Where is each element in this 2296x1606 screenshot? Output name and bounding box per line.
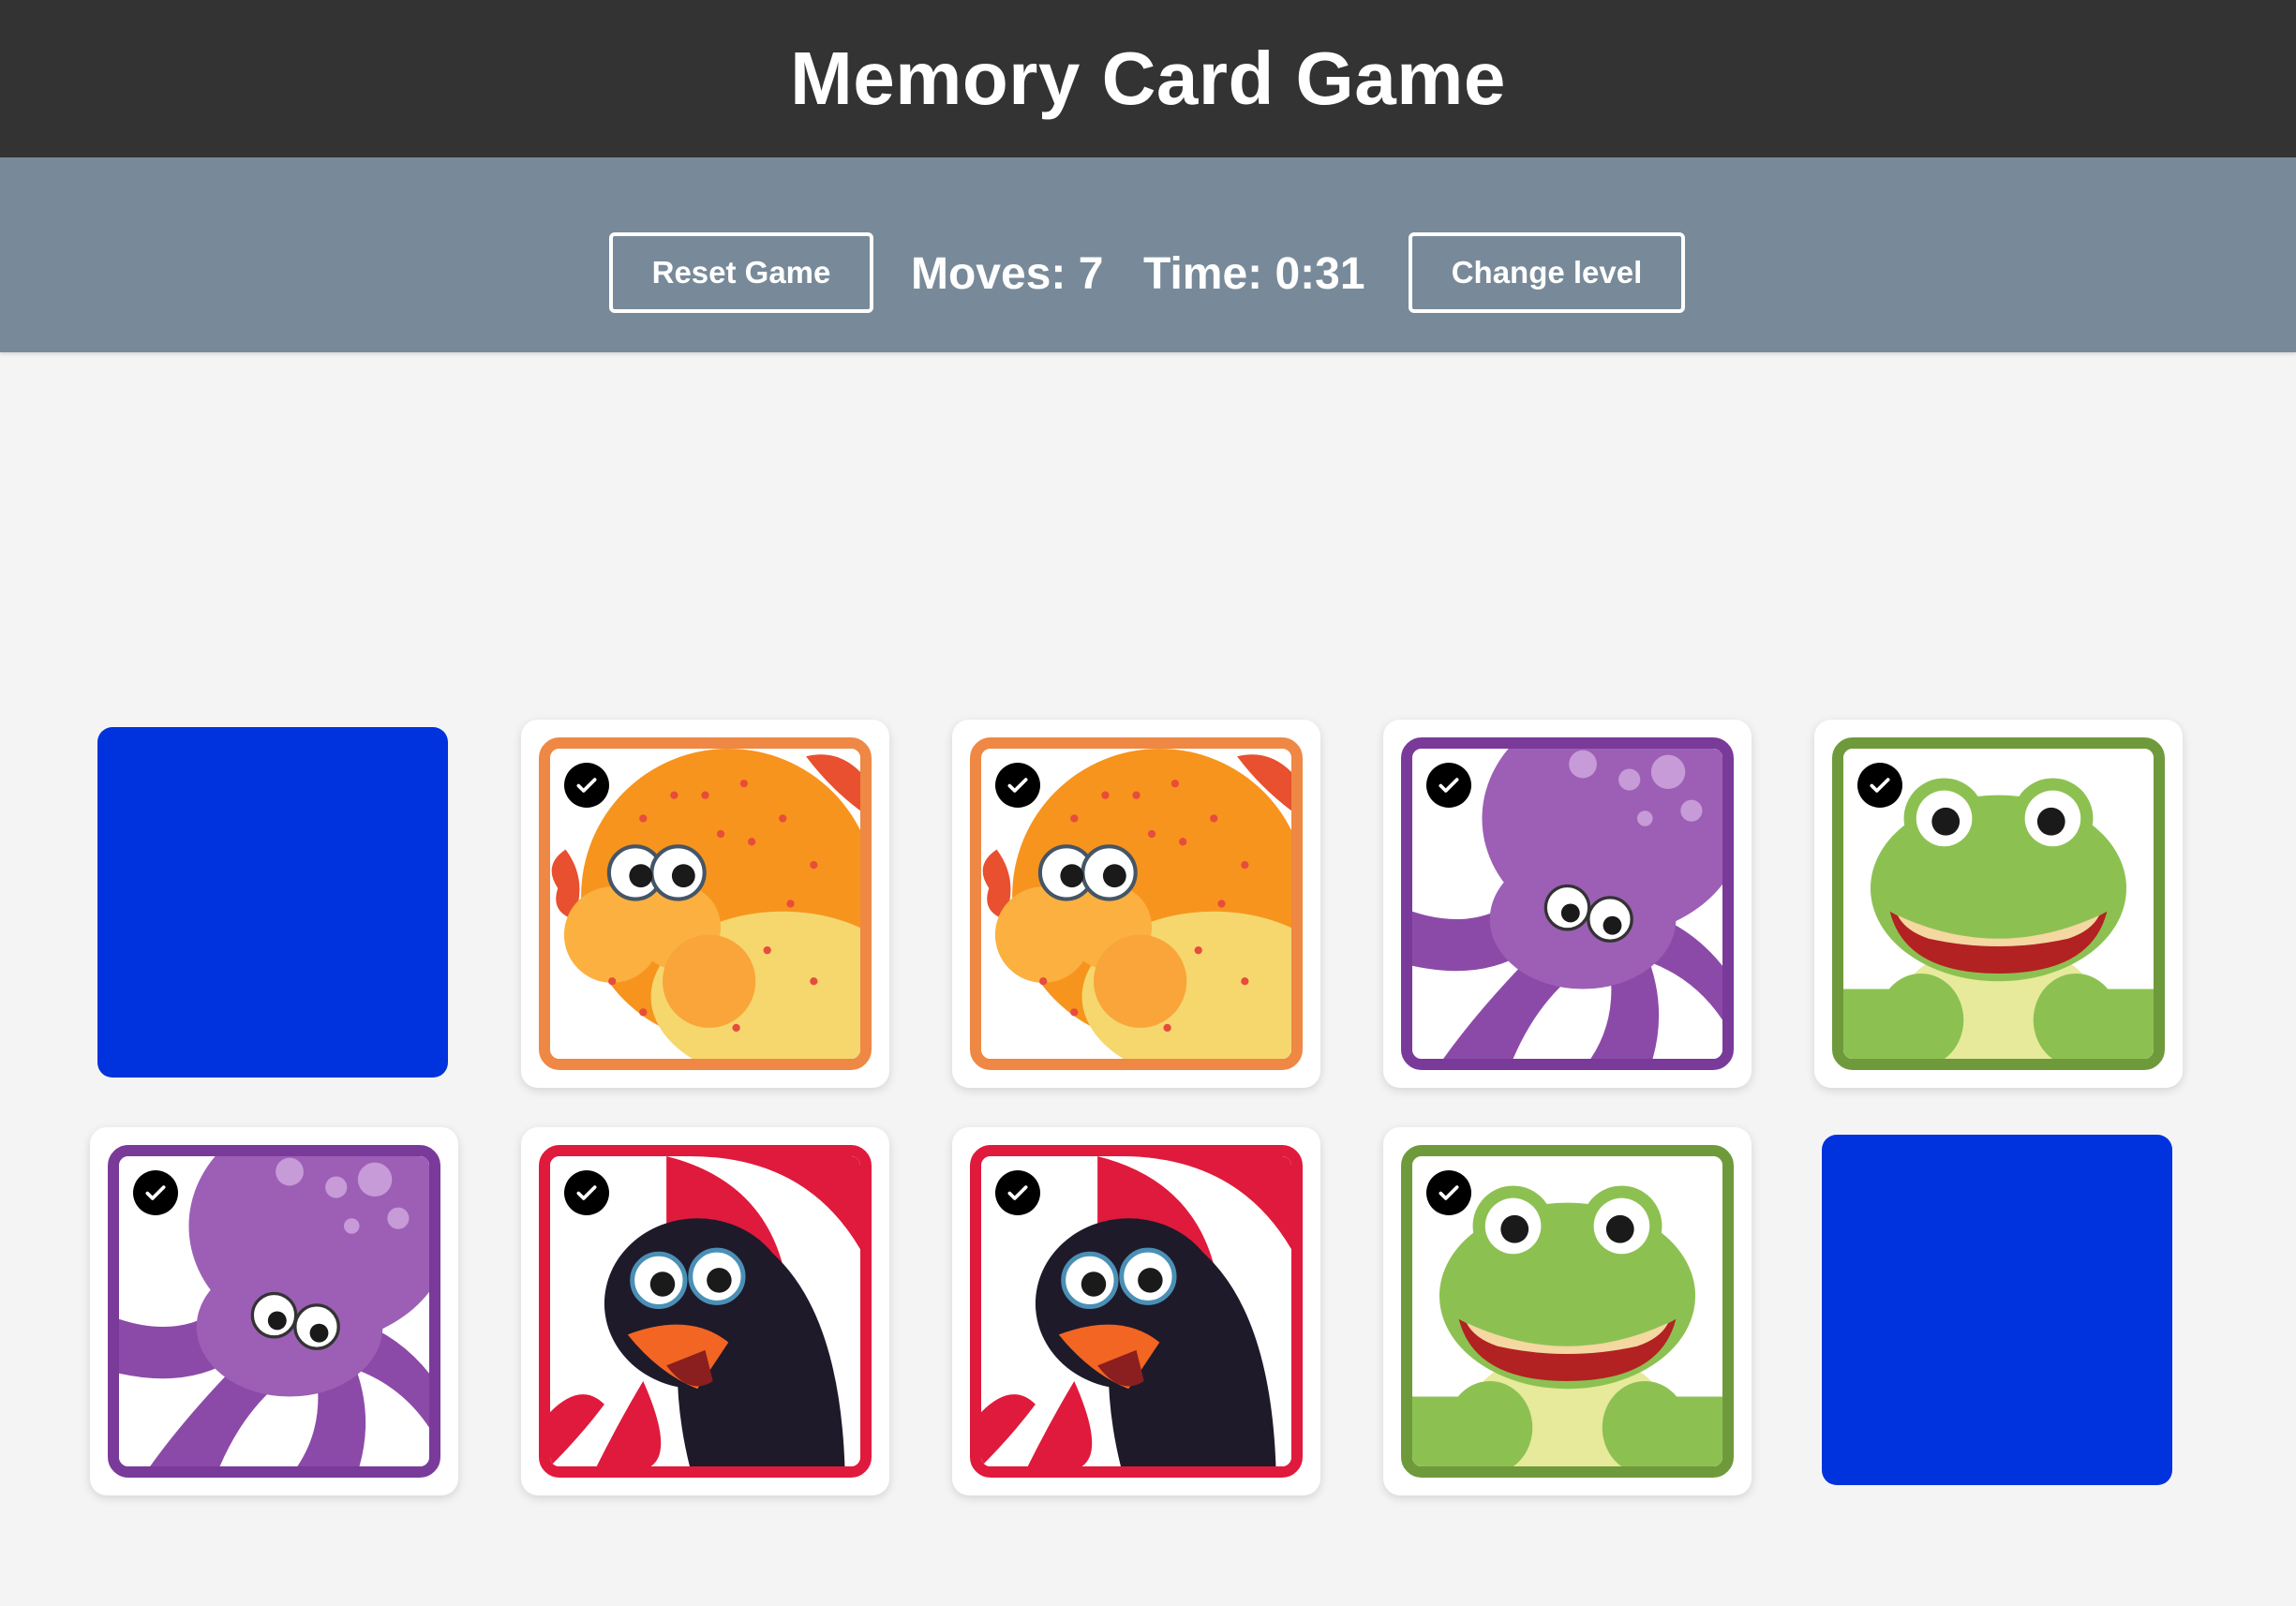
card-face-down[interactable] — [97, 727, 448, 1078]
matched-check-icon — [564, 763, 609, 808]
matched-check-icon — [1426, 763, 1471, 808]
card-octopus[interactable] — [90, 1127, 458, 1495]
time-counter: Time: 0:31 — [1143, 248, 1365, 299]
card-rooster[interactable] — [521, 1127, 889, 1495]
page-title: Memory Card Game — [790, 37, 1506, 120]
card-octopus[interactable] — [1383, 720, 1752, 1088]
card-pufferfish[interactable] — [952, 720, 1320, 1088]
game-toolbar: Reset Game Moves: 7 Time: 0:31 Change le… — [0, 157, 2296, 352]
matched-check-icon — [995, 1170, 1040, 1215]
matched-check-icon — [1426, 1170, 1471, 1215]
card-frog[interactable] — [1383, 1127, 1752, 1495]
reset-game-button[interactable]: Reset Game — [609, 232, 873, 313]
matched-check-icon — [133, 1170, 178, 1215]
change-level-button[interactable]: Change level — [1409, 232, 1685, 313]
card-rooster[interactable] — [952, 1127, 1320, 1495]
app-header: Memory Card Game — [0, 0, 2296, 157]
card-frog[interactable] — [1814, 720, 2183, 1088]
card-pufferfish[interactable] — [521, 720, 889, 1088]
card-face-down[interactable] — [1822, 1135, 2172, 1485]
matched-check-icon — [995, 763, 1040, 808]
matched-check-icon — [564, 1170, 609, 1215]
matched-check-icon — [1857, 763, 1902, 808]
moves-counter: Moves: 7 — [911, 248, 1104, 299]
